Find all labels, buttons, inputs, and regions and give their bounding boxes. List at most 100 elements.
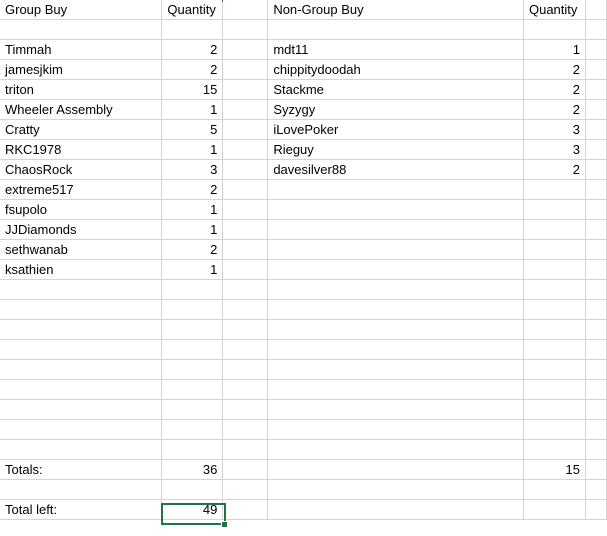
empty-cell[interactable]	[161, 19, 224, 40]
empty-cell[interactable]	[523, 339, 586, 360]
non-group-buy-name-cell[interactable]: iLovePoker	[267, 119, 524, 140]
empty-cell[interactable]	[222, 0, 269, 20]
empty-cell[interactable]	[0, 419, 163, 440]
group-buy-name-cell[interactable]: extreme517	[0, 179, 163, 200]
empty-cell[interactable]	[222, 279, 269, 300]
empty-cell[interactable]	[585, 499, 607, 520]
non-group-buy-qty-cell[interactable]: 2	[523, 59, 586, 80]
empty-cell[interactable]	[585, 19, 607, 40]
empty-cell[interactable]	[585, 59, 607, 80]
non-group-buy-qty-cell[interactable]: 2	[523, 79, 586, 100]
empty-cell[interactable]	[267, 379, 524, 400]
empty-cell[interactable]	[585, 259, 607, 280]
empty-cell[interactable]	[222, 259, 269, 280]
non-group-buy-name-cell[interactable]: davesilver88	[267, 159, 524, 180]
group-buy-name-cell[interactable]: fsupolo	[0, 199, 163, 220]
empty-cell[interactable]	[585, 0, 607, 20]
empty-cell[interactable]	[0, 19, 163, 40]
empty-cell[interactable]	[523, 19, 586, 40]
empty-cell[interactable]	[585, 379, 607, 400]
empty-cell[interactable]	[0, 379, 163, 400]
empty-cell[interactable]	[222, 19, 269, 40]
empty-cell[interactable]	[161, 419, 224, 440]
group-buy-name-cell[interactable]: RKC1978	[0, 139, 163, 160]
empty-cell[interactable]	[161, 399, 224, 420]
empty-cell[interactable]	[585, 159, 607, 180]
empty-cell[interactable]	[585, 119, 607, 140]
empty-cell[interactable]	[267, 299, 524, 320]
total-left-label[interactable]: Total left:	[0, 499, 163, 520]
empty-cell[interactable]	[585, 439, 607, 460]
non-group-buy-qty-cell[interactable]: 1	[523, 39, 586, 60]
empty-cell[interactable]	[585, 219, 607, 240]
group-buy-name-cell[interactable]: Cratty	[0, 119, 163, 140]
empty-cell[interactable]	[585, 479, 607, 500]
empty-cell[interactable]	[222, 479, 269, 500]
empty-cell[interactable]	[267, 499, 524, 520]
empty-cell[interactable]	[0, 339, 163, 360]
empty-cell[interactable]	[0, 479, 163, 500]
empty-cell[interactable]	[222, 459, 269, 480]
empty-cell[interactable]	[523, 399, 586, 420]
empty-cell[interactable]	[161, 379, 224, 400]
empty-cell[interactable]	[222, 299, 269, 320]
non-group-buy-name-cell[interactable]: Stackme	[267, 79, 524, 100]
non-group-buy-name-cell[interactable]: Rieguy	[267, 139, 524, 160]
empty-cell[interactable]	[267, 419, 524, 440]
fill-handle[interactable]	[221, 521, 228, 528]
group-buy-qty-cell[interactable]: 1	[161, 259, 224, 280]
empty-cell[interactable]	[585, 179, 607, 200]
empty-cell[interactable]	[222, 179, 269, 200]
empty-cell[interactable]	[0, 399, 163, 420]
empty-cell[interactable]	[222, 379, 269, 400]
empty-cell[interactable]	[267, 19, 524, 40]
empty-cell[interactable]	[161, 299, 224, 320]
empty-cell[interactable]	[0, 359, 163, 380]
non-group-buy-qty-cell[interactable]: 3	[523, 119, 586, 140]
group-buy-qty-cell[interactable]: 2	[161, 39, 224, 60]
empty-cell[interactable]	[585, 419, 607, 440]
empty-cell[interactable]	[161, 479, 224, 500]
non-group-buy-qty-cell[interactable]: 2	[523, 99, 586, 120]
group-buy-qty-cell[interactable]: 2	[161, 59, 224, 80]
empty-cell[interactable]	[222, 199, 269, 220]
empty-cell[interactable]	[161, 319, 224, 340]
empty-cell[interactable]	[267, 219, 524, 240]
empty-cell[interactable]	[523, 499, 586, 520]
empty-cell[interactable]	[222, 219, 269, 240]
empty-cell[interactable]	[161, 439, 224, 460]
empty-cell[interactable]	[267, 359, 524, 380]
empty-cell[interactable]	[585, 79, 607, 100]
empty-cell[interactable]	[523, 319, 586, 340]
group-buy-name-cell[interactable]: triton	[0, 79, 163, 100]
group-buy-qty-cell[interactable]: 1	[161, 219, 224, 240]
empty-cell[interactable]	[267, 239, 524, 260]
group-buy-name-cell[interactable]: jamesjkim	[0, 59, 163, 80]
empty-cell[interactable]	[222, 59, 269, 80]
group-buy-name-cell[interactable]: ChaosRock	[0, 159, 163, 180]
empty-cell[interactable]	[267, 459, 524, 480]
empty-cell[interactable]	[585, 359, 607, 380]
empty-cell[interactable]	[523, 179, 586, 200]
empty-cell[interactable]	[523, 259, 586, 280]
group-total-cell[interactable]: 36	[161, 459, 224, 480]
empty-cell[interactable]	[222, 99, 269, 120]
empty-cell[interactable]	[222, 439, 269, 460]
empty-cell[interactable]	[585, 319, 607, 340]
empty-cell[interactable]	[161, 339, 224, 360]
empty-cell[interactable]	[222, 159, 269, 180]
empty-cell[interactable]	[222, 399, 269, 420]
non-group-buy-name-cell[interactable]: chippitydoodah	[267, 59, 524, 80]
empty-cell[interactable]	[585, 99, 607, 120]
empty-cell[interactable]	[585, 459, 607, 480]
header-non-group-buy[interactable]: Non-Group Buy	[267, 0, 524, 20]
empty-cell[interactable]	[585, 199, 607, 220]
header-group-buy[interactable]: Group Buy	[0, 0, 163, 20]
empty-cell[interactable]	[267, 179, 524, 200]
empty-cell[interactable]	[585, 139, 607, 160]
empty-cell[interactable]	[523, 299, 586, 320]
group-buy-qty-cell[interactable]: 5	[161, 119, 224, 140]
group-buy-name-cell[interactable]: Wheeler Assembly	[0, 99, 163, 120]
empty-cell[interactable]	[267, 319, 524, 340]
empty-cell[interactable]	[523, 279, 586, 300]
